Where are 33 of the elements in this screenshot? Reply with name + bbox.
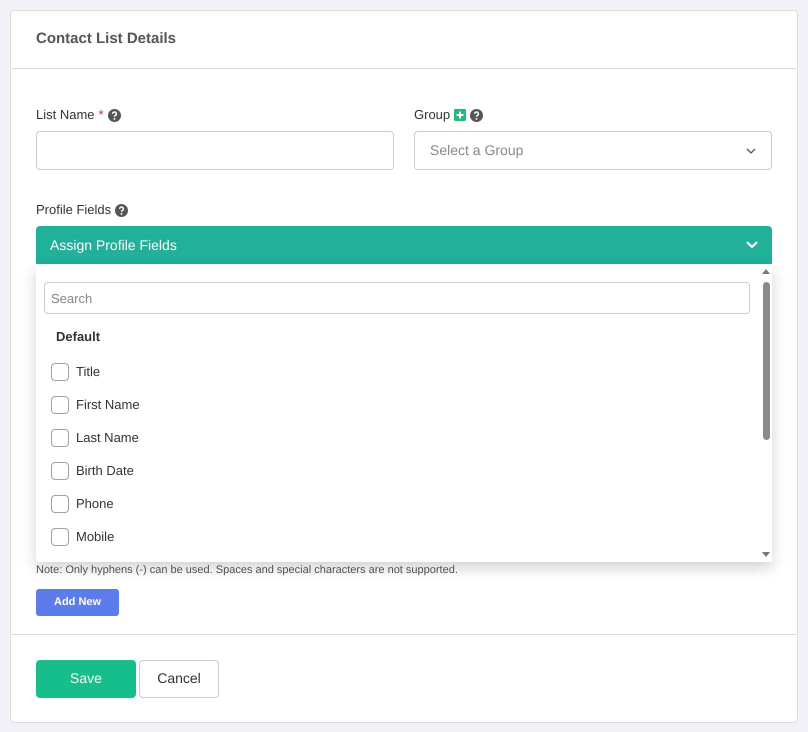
help-icon bbox=[108, 108, 121, 122]
field-label: List Name bbox=[36, 106, 95, 124]
checkbox[interactable] bbox=[51, 363, 69, 381]
chevron-down-icon bbox=[746, 148, 756, 154]
checkbox-option[interactable]: First Name bbox=[51, 388, 750, 422]
checkbox-option[interactable]: Phone bbox=[51, 488, 750, 520]
help-icon bbox=[470, 108, 484, 122]
checkbox[interactable] bbox=[51, 396, 69, 414]
checkbox[interactable] bbox=[51, 462, 69, 480]
section-heading: Default bbox=[56, 328, 102, 346]
chevron-down-icon bbox=[746, 241, 758, 249]
checkbox-option[interactable]: Mobile bbox=[51, 520, 750, 554]
checkbox-option[interactable]: Title bbox=[51, 356, 750, 388]
search-field[interactable]: Search bbox=[44, 282, 750, 314]
cancel-button[interactable]: Cancel bbox=[139, 660, 219, 698]
help-icon bbox=[115, 204, 128, 216]
checkbox[interactable] bbox=[51, 495, 69, 513]
add-icon[interactable] bbox=[454, 109, 466, 121]
card-title: Contact List Details bbox=[36, 29, 176, 50]
scroll-down-icon[interactable] bbox=[762, 552, 770, 558]
field-label: Group bbox=[414, 106, 450, 124]
note-text: Note: Only hyphens (-) can be used. Spaces and special characters are not supported. bbox=[36, 563, 459, 578]
input-field[interactable] bbox=[36, 131, 394, 170]
checkbox[interactable] bbox=[51, 528, 69, 546]
checkbox-option[interactable]: Birth Date bbox=[51, 454, 750, 488]
field-label: Profile Fields bbox=[36, 201, 112, 220]
required-mark: * bbox=[98, 106, 104, 124]
checkbox-option[interactable]: Last Name bbox=[51, 422, 750, 454]
group-select[interactable]: Select a Group bbox=[414, 131, 772, 170]
scrollbar-thumb[interactable] bbox=[762, 282, 770, 440]
checkbox[interactable] bbox=[51, 429, 69, 447]
add-new-button[interactable]: Add New bbox=[36, 588, 120, 616]
scroll-up-icon[interactable] bbox=[762, 268, 770, 274]
